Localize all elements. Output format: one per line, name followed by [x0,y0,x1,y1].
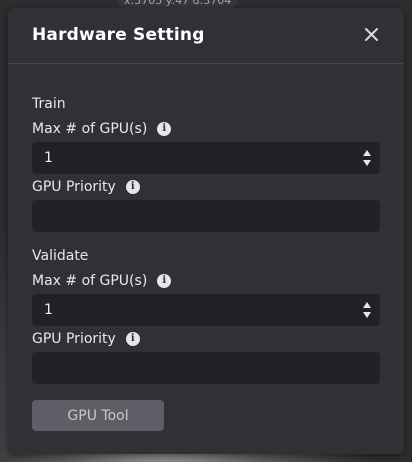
validate-gpu-priority-label-row: GPU Priority i [32,331,380,347]
stepper-arrows-icon[interactable] [362,300,372,320]
info-icon[interactable]: i [157,274,172,288]
close-icon [365,28,378,41]
dialog-title: Hardware Setting [32,25,205,45]
train-max-gpus-input[interactable] [32,142,356,174]
info-icon[interactable]: i [125,180,140,194]
validate-gpu-priority-input[interactable] [32,352,356,384]
train-gpu-priority-field[interactable] [32,200,380,232]
train-gpu-priority-input[interactable] [32,200,356,232]
train-max-gpus-stepper[interactable] [32,142,380,174]
dialog-header: Hardware Setting [8,8,404,64]
close-button[interactable] [362,24,382,46]
validate-max-gpus-label-row: Max # of GPU(s) i [32,273,380,289]
train-section-title: Train [32,96,66,112]
train-max-gpus-label-row: Max # of GPU(s) i [32,121,380,137]
info-icon[interactable]: i [157,122,172,136]
train-gpu-priority-label-row: GPU Priority i [32,179,380,195]
stepper-arrows-icon[interactable] [362,148,372,168]
validate-gpu-priority-field[interactable] [32,352,380,384]
validate-max-gpus-input[interactable] [32,294,356,326]
validate-section-title: Validate [32,248,89,264]
info-icon[interactable]: i [125,332,140,346]
train-gpu-priority-label: GPU Priority [32,179,116,195]
validate-max-gpus-label: Max # of GPU(s) [32,273,148,289]
validate-gpu-priority-label: GPU Priority [32,331,116,347]
gpu-tool-button[interactable]: GPU Tool [32,400,164,431]
validate-max-gpus-stepper[interactable] [32,294,380,326]
train-max-gpus-label: Max # of GPU(s) [32,121,148,137]
coordinate-readout: x:3705 y:47 d:3704 [118,0,238,8]
hardware-setting-dialog: Hardware Setting Train Max # of GPU(s) i… [8,8,404,454]
